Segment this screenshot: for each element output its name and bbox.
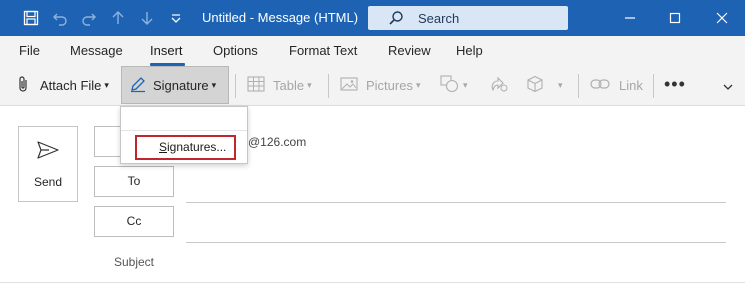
link-button[interactable]: Link bbox=[590, 66, 643, 104]
window-title: Untitled - Message (HTML) bbox=[202, 10, 359, 25]
shapes-button[interactable]: ▾ bbox=[440, 66, 468, 104]
tab-message[interactable]: Message bbox=[70, 43, 123, 58]
attach-file-label: Attach File bbox=[40, 77, 102, 93]
undo-icon[interactable] bbox=[50, 8, 70, 28]
chevron-down-icon: ▾ bbox=[558, 79, 563, 90]
shapes-icon bbox=[440, 74, 460, 96]
tab-review[interactable]: Review bbox=[388, 43, 431, 58]
table-label: Table bbox=[273, 77, 305, 93]
chevron-down-icon: ▾ bbox=[463, 79, 468, 90]
ribbon-divider bbox=[328, 74, 329, 98]
ribbon-divider bbox=[578, 74, 579, 98]
more-options-button[interactable]: ••• bbox=[664, 74, 686, 95]
signatures-label: ignatures... bbox=[167, 140, 227, 154]
send-button[interactable]: Send bbox=[18, 126, 78, 202]
attach-file-button[interactable]: Attach File ▾ bbox=[16, 66, 109, 104]
expand-ribbon-chevron-icon[interactable] bbox=[722, 80, 734, 95]
from-address: @126.com bbox=[248, 135, 307, 149]
search-icon bbox=[388, 10, 404, 29]
picture-icon bbox=[340, 76, 358, 95]
tab-insert[interactable]: Insert bbox=[150, 43, 183, 58]
send-icon bbox=[36, 140, 60, 163]
save-icon[interactable] bbox=[21, 8, 41, 28]
signature-button-content[interactable]: Signature ▾ bbox=[129, 66, 216, 104]
cc-button[interactable]: Cc bbox=[94, 206, 174, 237]
redo-icon[interactable] bbox=[79, 8, 99, 28]
ribbon-toolbar: Attach File ▾ Signature ▾ Table ▾ Pictur… bbox=[0, 66, 745, 106]
chevron-down-icon: ▾ bbox=[307, 79, 312, 90]
signature-label: Signature bbox=[153, 77, 209, 93]
ribbon-tabs: File Message Insert Options Format Text … bbox=[0, 36, 745, 66]
close-icon[interactable] bbox=[699, 0, 745, 36]
chevron-down-icon: ▾ bbox=[211, 79, 217, 90]
table-icon bbox=[247, 75, 265, 95]
subject-divider bbox=[0, 282, 745, 283]
pictures-button[interactable]: Pictures ▾ bbox=[340, 66, 421, 104]
to-input[interactable] bbox=[186, 202, 726, 203]
paperclip-icon bbox=[16, 75, 30, 96]
title-bar: Untitled - Message (HTML) Search bbox=[0, 0, 745, 36]
search-label: Search bbox=[418, 11, 460, 26]
pictures-label: Pictures bbox=[366, 77, 413, 93]
tab-format-text[interactable]: Format Text bbox=[289, 43, 357, 58]
cube-icon bbox=[526, 75, 544, 96]
cc-input[interactable] bbox=[186, 242, 726, 243]
chevron-down-icon: ▾ bbox=[415, 79, 421, 90]
dropdown-empty-area bbox=[121, 107, 247, 131]
send-label: Send bbox=[33, 175, 63, 189]
ribbon-divider bbox=[235, 74, 236, 98]
tab-file[interactable]: File bbox=[19, 43, 40, 58]
ribbon-divider bbox=[653, 74, 654, 98]
icons-insert-icon bbox=[489, 75, 509, 96]
tab-help[interactable]: Help bbox=[456, 43, 483, 58]
to-button[interactable]: To bbox=[94, 166, 174, 197]
pen-icon bbox=[129, 75, 147, 96]
signature-dropdown: Signatures... bbox=[120, 106, 248, 164]
maximize-icon[interactable] bbox=[652, 0, 698, 36]
customize-chevron-icon[interactable] bbox=[166, 8, 186, 28]
minimize-icon[interactable] bbox=[607, 0, 653, 36]
search-box[interactable]: Search bbox=[368, 6, 568, 30]
subject-label: Subject bbox=[113, 255, 155, 269]
link-icon bbox=[590, 77, 610, 94]
signatures-accesskey: S bbox=[159, 140, 168, 154]
tab-options[interactable]: Options bbox=[213, 43, 258, 58]
3d-models-button[interactable]: ▾ bbox=[526, 66, 563, 104]
table-button[interactable]: Table ▾ bbox=[247, 66, 312, 104]
compose-area: Send Fr @126.com To Cc Subject bbox=[0, 107, 745, 290]
chevron-down-icon: ▾ bbox=[104, 79, 109, 90]
arrow-up-icon[interactable] bbox=[108, 8, 128, 28]
link-label: Link bbox=[619, 77, 643, 93]
signatures-menu-item[interactable]: Signatures... bbox=[135, 135, 236, 160]
icons-button[interactable] bbox=[489, 66, 509, 104]
arrow-down-icon[interactable] bbox=[137, 8, 157, 28]
